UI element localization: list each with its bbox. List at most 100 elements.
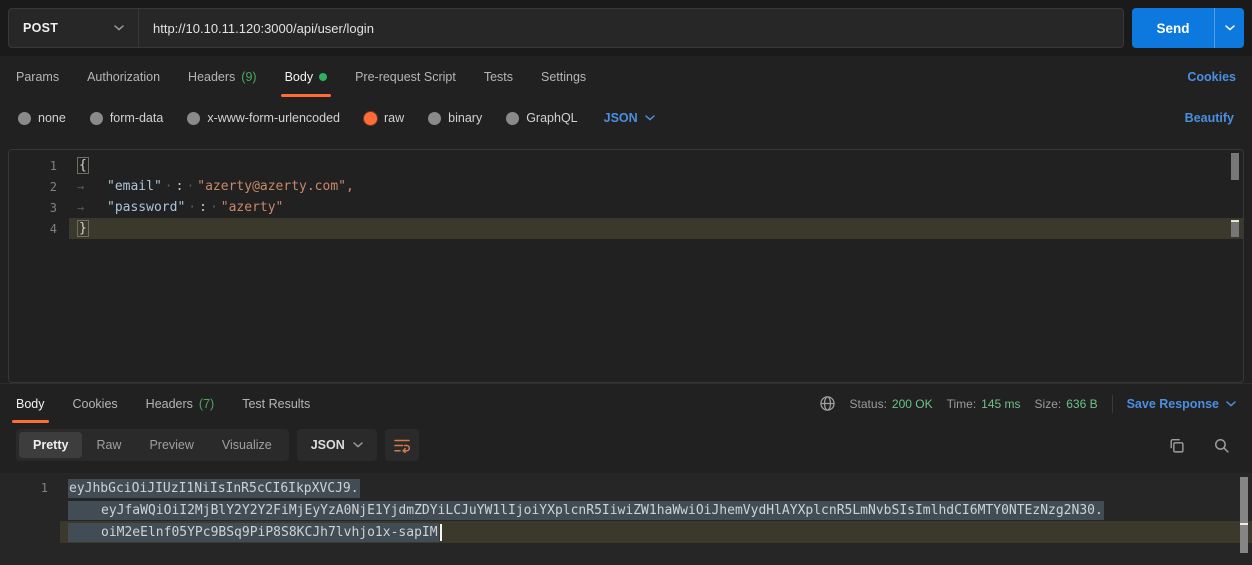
chevron-down-icon xyxy=(645,115,655,121)
code-line: 1 { xyxy=(9,155,1243,176)
vertical-divider xyxy=(1112,395,1113,413)
scrollbar-thumb[interactable] xyxy=(1240,477,1248,553)
tab-tests[interactable]: Tests xyxy=(484,56,513,97)
response-tab-body[interactable]: Body xyxy=(16,384,45,423)
radio-graphql[interactable]: GraphQL xyxy=(506,111,577,125)
comma-token: , xyxy=(346,179,354,194)
response-body-viewer[interactable]: 1 eyJhbGciOiJIUzI1NiIsInR5cCI6IkpXVCJ9. … xyxy=(0,473,1252,565)
scrollbar-thumb[interactable] xyxy=(1231,153,1239,180)
search-icon[interactable] xyxy=(1213,437,1230,454)
response-tab-test-results[interactable]: Test Results xyxy=(242,384,310,423)
editor-scrollbar[interactable] xyxy=(1230,153,1240,379)
method-select[interactable]: POST xyxy=(9,9,139,47)
radio-icon xyxy=(18,112,31,125)
word-wrap-button[interactable] xyxy=(385,429,419,461)
send-options-button[interactable] xyxy=(1214,8,1244,48)
view-visualize[interactable]: Visualize xyxy=(208,432,286,458)
response-header: Body Cookies Headers (7) Test Results St… xyxy=(0,383,1252,423)
line-number: 2 xyxy=(9,180,69,194)
url-text: http://10.10.11.120:3000/api/user/login xyxy=(153,21,374,36)
radio-selected-icon xyxy=(364,112,377,125)
response-format-select[interactable]: JSON xyxy=(297,429,377,461)
code-line: 3 → "password" · : · "azerty" xyxy=(9,197,1243,218)
cursor-line-marker xyxy=(1231,222,1239,237)
code-line: 2 → "email" · : · "azerty@azerty.com" , xyxy=(9,176,1243,197)
line-number: 4 xyxy=(9,222,69,236)
response-line: 1 eyJhbGciOiJIUzI1NiIsInR5cCI6IkpXVCJ9. xyxy=(0,477,1252,499)
jwt-token-part-3: oiM2eElnf05YPc9BSq9PiP8S8KCJh7lvhjo1x-sa… xyxy=(101,525,438,540)
response-line-wrapped-current: oiM2eElnf05YPc9BSq9PiP8S8KCJh7lvhjo1x-sa… xyxy=(0,521,1252,543)
word-wrap-icon xyxy=(393,437,411,454)
radio-x-www-form-urlencoded[interactable]: x-www-form-urlencoded xyxy=(187,111,340,125)
url-input[interactable]: http://10.10.11.120:3000/api/user/login xyxy=(139,9,1123,47)
send-label[interactable]: Send xyxy=(1132,8,1214,48)
current-line-highlight: } xyxy=(69,218,1243,239)
colon-token: : xyxy=(199,200,207,215)
size-value: 636 B xyxy=(1066,397,1097,411)
save-response-button[interactable]: Save Response xyxy=(1127,397,1236,411)
whitespace-dot: · xyxy=(210,200,218,215)
size-field: Size: 636 B xyxy=(1035,397,1098,411)
close-brace-token: } xyxy=(77,220,89,237)
radio-raw[interactable]: raw xyxy=(364,111,404,125)
postman-window: POST http://10.10.11.120:3000/api/user/l… xyxy=(0,0,1252,565)
send-button[interactable]: Send xyxy=(1132,8,1244,48)
network-globe-icon[interactable] xyxy=(819,395,836,412)
tab-settings[interactable]: Settings xyxy=(541,56,586,97)
radio-icon xyxy=(90,112,103,125)
tab-headers[interactable]: Headers (9) xyxy=(188,56,257,97)
view-mode-switcher: Pretty Raw Preview Visualize xyxy=(16,429,289,461)
json-key-password: "password" xyxy=(107,200,185,215)
view-raw[interactable]: Raw xyxy=(82,432,135,458)
whitespace-dot: · xyxy=(186,179,194,194)
whitespace-dot: · xyxy=(188,200,196,215)
request-tabs: Params Authorization Headers (9) Body Pr… xyxy=(16,56,586,97)
body-modified-dot xyxy=(319,73,327,81)
request-body-editor[interactable]: 1 { 2 → "email" · : · "azerty@azerty.com… xyxy=(8,149,1244,383)
chevron-down-icon xyxy=(353,442,363,448)
time-label: Time: xyxy=(947,397,977,411)
body-language-select[interactable]: JSON xyxy=(604,111,655,125)
response-tabs: Body Cookies Headers (7) Test Results xyxy=(16,384,310,423)
cursor-position-marker xyxy=(1240,523,1248,525)
response-toolbar-right xyxy=(1168,437,1236,454)
tab-whitespace-marker: → xyxy=(77,201,107,215)
view-pretty[interactable]: Pretty xyxy=(19,432,82,458)
response-tab-cookies[interactable]: Cookies xyxy=(73,384,118,423)
response-line-wrapped: eyJfaWQiOiI2MjBlY2Y2Y2FiMjEyYzA0NjE1Yjdm… xyxy=(0,499,1252,521)
whitespace-dot: · xyxy=(165,179,173,194)
code-line-current: 4 } xyxy=(9,218,1243,239)
jwt-token-part-2: eyJfaWQiOiI2MjBlY2Y2Y2FiMjEyYzA0NjE1Yjdm… xyxy=(101,503,1103,518)
line-number: 3 xyxy=(9,201,69,215)
open-brace-token: { xyxy=(77,157,89,174)
line-number: 1 xyxy=(9,159,69,173)
radio-none[interactable]: none xyxy=(18,111,66,125)
headers-count-badge: (9) xyxy=(241,70,256,84)
tab-body[interactable]: Body xyxy=(285,56,328,97)
tab-params[interactable]: Params xyxy=(16,56,59,97)
view-preview[interactable]: Preview xyxy=(135,432,207,458)
response-scrollbar[interactable] xyxy=(1239,477,1249,557)
response-meta: Status: 200 OK Time: 145 ms Size: 636 B … xyxy=(819,384,1236,423)
cookies-link[interactable]: Cookies xyxy=(1187,70,1236,84)
tab-pre-request-script[interactable]: Pre-request Script xyxy=(355,56,456,97)
radio-icon xyxy=(428,112,441,125)
beautify-link[interactable]: Beautify xyxy=(1185,111,1234,125)
status-field: Status: 200 OK xyxy=(850,397,933,411)
radio-binary[interactable]: binary xyxy=(428,111,482,125)
copy-icon[interactable] xyxy=(1168,437,1185,454)
time-value: 145 ms xyxy=(981,397,1020,411)
tab-whitespace-marker: → xyxy=(77,180,107,194)
jwt-token-part-1: eyJhbGciOiJIUzI1NiIsInR5cCI6IkpXVCJ9. xyxy=(68,479,360,498)
chevron-down-icon xyxy=(1225,25,1235,31)
tab-authorization[interactable]: Authorization xyxy=(87,56,160,97)
json-value-password: "azerty" xyxy=(221,200,284,215)
time-field: Time: 145 ms xyxy=(947,397,1021,411)
current-line-highlight: oiM2eElnf05YPc9BSq9PiP8S8KCJh7lvhjo1x-sa… xyxy=(60,521,1252,543)
radio-form-data[interactable]: form-data xyxy=(90,111,164,125)
line-number: 1 xyxy=(0,481,60,495)
radio-icon xyxy=(506,112,519,125)
response-tab-headers[interactable]: Headers (7) xyxy=(146,384,215,423)
chevron-down-icon xyxy=(114,25,124,31)
request-url-bar: POST http://10.10.11.120:3000/api/user/l… xyxy=(0,0,1252,56)
